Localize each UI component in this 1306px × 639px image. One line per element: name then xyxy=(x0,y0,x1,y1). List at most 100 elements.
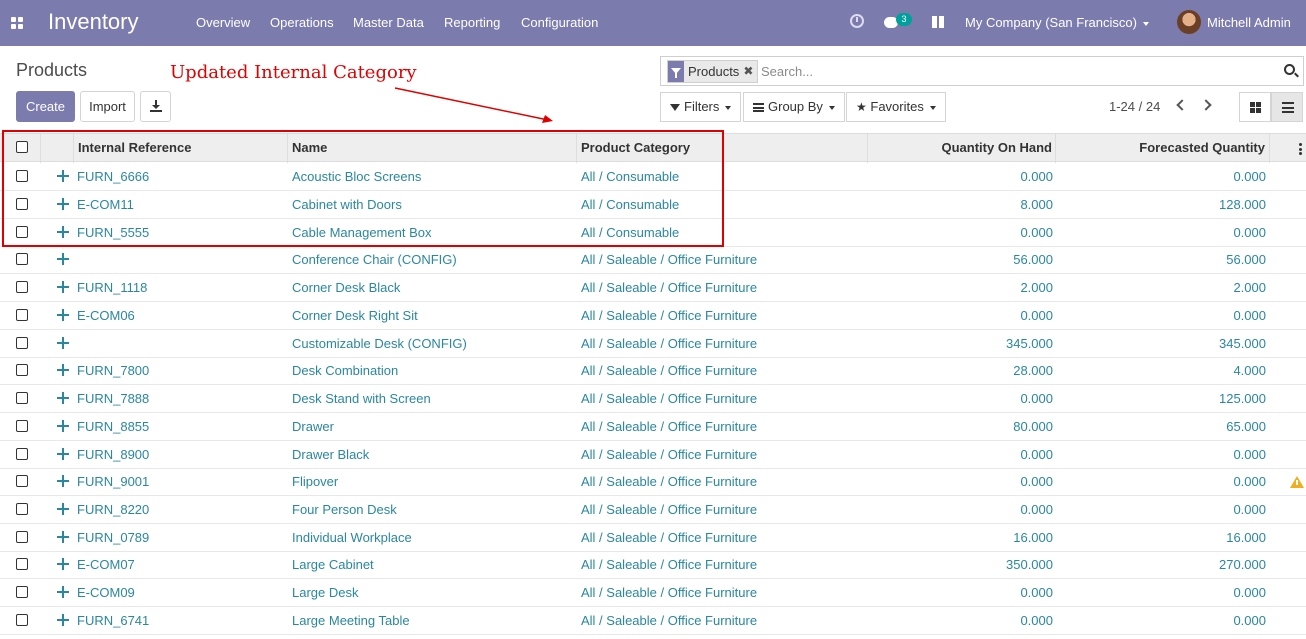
filters-button[interactable]: Filters xyxy=(660,92,742,122)
table-row[interactable]: E-COM06 Corner Desk Right Sit All / Saleab… xyxy=(0,302,1306,330)
row-checkbox[interactable] xyxy=(16,586,28,598)
cell-forecasted-quantity: 270.000 xyxy=(1219,557,1266,572)
row-checkbox[interactable] xyxy=(16,198,28,210)
company-switcher[interactable]: My Company (San Francisco) xyxy=(965,15,1149,30)
app-title[interactable]: Inventory xyxy=(48,9,139,35)
row-checkbox[interactable] xyxy=(16,531,28,543)
drag-handle-icon[interactable] xyxy=(57,558,69,570)
row-checkbox[interactable] xyxy=(16,253,28,265)
menu-operations[interactable]: Operations xyxy=(270,15,334,30)
row-checkbox[interactable] xyxy=(16,448,28,460)
kanban-view-button[interactable] xyxy=(1239,92,1271,122)
cell-name: Cable Management Box xyxy=(292,225,432,240)
table-row[interactable]: FURN_8900 Drawer Black All / Saleable / Of… xyxy=(0,441,1306,469)
cell-name: Large Desk xyxy=(292,585,359,600)
cell-internal-reference: E-COM06 xyxy=(77,308,135,323)
header-quantity-on-hand[interactable]: Quantity On Hand xyxy=(868,134,1056,163)
create-button[interactable]: Create xyxy=(16,91,75,122)
chevron-right-icon[interactable] xyxy=(1200,99,1212,111)
group-by-button[interactable]: Group By xyxy=(743,92,845,122)
table-row[interactable]: E-COM11 Cabinet with Doors All / Consumabl… xyxy=(0,191,1306,219)
close-icon[interactable]: ✖ xyxy=(743,61,758,82)
row-checkbox[interactable] xyxy=(16,309,28,321)
cell-product-category: All / Saleable / Office Furniture xyxy=(581,252,758,267)
drag-handle-icon[interactable] xyxy=(57,586,69,598)
search-facet[interactable]: Products ✖ xyxy=(667,60,759,83)
drag-handle-icon[interactable] xyxy=(57,253,69,265)
cell-quantity-on-hand: 0.000 xyxy=(1020,391,1053,406)
row-checkbox[interactable] xyxy=(16,614,28,626)
drag-handle-icon[interactable] xyxy=(57,448,69,460)
drag-handle-icon[interactable] xyxy=(57,614,69,626)
row-checkbox[interactable] xyxy=(16,364,28,376)
company-name: My Company (San Francisco) xyxy=(965,15,1137,30)
table-row[interactable]: FURN_6666 Acoustic Bloc Screens All / Cons… xyxy=(0,163,1306,191)
table-row[interactable]: Customizable Desk (CONFIG) All / Saleable… xyxy=(0,330,1306,358)
header-forecasted-quantity[interactable]: Forecasted Quantity xyxy=(1056,134,1270,163)
chevron-down-icon xyxy=(929,105,936,110)
favorites-button[interactable]: ★ Favorites xyxy=(846,92,946,122)
row-checkbox[interactable] xyxy=(16,558,28,570)
row-checkbox[interactable] xyxy=(16,475,28,487)
header-product-category[interactable]: Product Category xyxy=(577,134,868,163)
table-row[interactable]: FURN_5555 Cable Management Box All / Consu… xyxy=(0,219,1306,247)
table-row[interactable]: Conference Chair (CONFIG) All / Saleable … xyxy=(0,246,1306,274)
table-row[interactable]: FURN_7800 Desk Combination All / Saleable … xyxy=(0,357,1306,385)
drag-handle-icon[interactable] xyxy=(57,475,69,487)
cell-forecasted-quantity: 345.000 xyxy=(1219,336,1266,351)
gift-icon[interactable] xyxy=(932,16,944,28)
activity-clock-icon[interactable] xyxy=(850,14,864,28)
column-options-icon[interactable] xyxy=(1299,143,1302,155)
menu-overview[interactable]: Overview xyxy=(196,15,250,30)
drag-handle-icon[interactable] xyxy=(57,392,69,404)
table-row[interactable]: FURN_6741 Large Meeting Table All / Saleab… xyxy=(0,607,1306,635)
download-icon xyxy=(149,100,162,112)
import-button[interactable]: Import xyxy=(80,91,135,122)
header-internal-reference[interactable]: Internal Reference xyxy=(74,134,288,163)
table-row[interactable]: FURN_7888 Desk Stand with Screen All / Sal… xyxy=(0,385,1306,413)
drag-handle-icon[interactable] xyxy=(57,309,69,321)
row-checkbox[interactable] xyxy=(16,281,28,293)
row-checkbox[interactable] xyxy=(16,420,28,432)
drag-handle-icon[interactable] xyxy=(57,337,69,349)
table-row[interactable]: E-COM07 Large Cabinet All / Saleable / Off… xyxy=(0,551,1306,579)
search-bar[interactable]: Products ✖ xyxy=(660,56,1304,86)
drag-handle-icon[interactable] xyxy=(57,531,69,543)
apps-menu-icon[interactable] xyxy=(11,17,23,29)
cell-name: Corner Desk Right Sit xyxy=(292,308,418,323)
drag-handle-icon[interactable] xyxy=(57,170,69,182)
drag-handle-icon[interactable] xyxy=(57,226,69,238)
row-checkbox[interactable] xyxy=(16,170,28,182)
drag-handle-icon[interactable] xyxy=(57,364,69,376)
drag-handle-icon[interactable] xyxy=(57,420,69,432)
cell-internal-reference: FURN_8855 xyxy=(77,419,150,434)
table-row[interactable]: FURN_8855 Drawer All / Saleable / Office F… xyxy=(0,413,1306,441)
cell-name: Individual Workplace xyxy=(292,530,412,545)
menu-master-data[interactable]: Master Data xyxy=(353,15,424,30)
table-row[interactable]: E-COM09 Large Desk All / Saleable / Office… xyxy=(0,579,1306,607)
drag-handle-icon[interactable] xyxy=(57,281,69,293)
drag-handle-icon[interactable] xyxy=(57,198,69,210)
user-menu[interactable]: Mitchell Admin xyxy=(1207,15,1291,30)
download-button[interactable] xyxy=(140,91,171,122)
search-input[interactable] xyxy=(761,61,1261,81)
menu-reporting[interactable]: Reporting xyxy=(444,15,500,30)
table-row[interactable]: FURN_8220 Four Person Desk All / Saleable … xyxy=(0,496,1306,524)
avatar[interactable] xyxy=(1177,10,1201,34)
pager-value[interactable]: 1-24 / 24 xyxy=(1109,99,1160,114)
cell-name: Cabinet with Doors xyxy=(292,197,402,212)
row-checkbox[interactable] xyxy=(16,392,28,404)
row-checkbox[interactable] xyxy=(16,337,28,349)
drag-handle-icon[interactable] xyxy=(57,503,69,515)
search-icon[interactable] xyxy=(1284,64,1295,75)
menu-configuration[interactable]: Configuration xyxy=(521,15,598,30)
table-row[interactable]: FURN_0789 Individual Workplace All / Salea… xyxy=(0,524,1306,552)
table-row[interactable]: FURN_1118 Corner Desk Black All / Saleable… xyxy=(0,274,1306,302)
chevron-left-icon[interactable] xyxy=(1176,99,1188,111)
list-view-button[interactable] xyxy=(1271,92,1303,122)
select-all-checkbox[interactable] xyxy=(16,141,28,153)
row-checkbox[interactable] xyxy=(16,226,28,238)
row-checkbox[interactable] xyxy=(16,503,28,515)
header-name[interactable]: Name xyxy=(288,134,577,163)
table-row[interactable]: FURN_9001 Flipover All / Saleable / Office… xyxy=(0,468,1306,496)
